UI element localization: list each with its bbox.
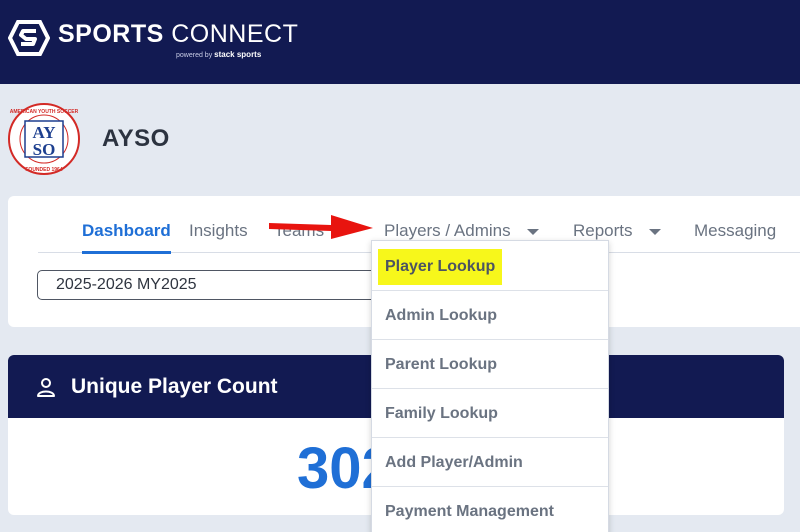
menu-item-label: Payment Management <box>385 503 554 520</box>
menu-item-payment-management[interactable]: Payment Management <box>372 487 608 532</box>
season-select-value: 2025-2026 MY2025 <box>56 276 197 293</box>
person-icon <box>37 377 55 397</box>
season-select[interactable]: 2025-2026 MY2025 <box>37 270 397 300</box>
brand-name-light: CONNECT <box>171 20 299 48</box>
tab-reports-label: Reports <box>573 221 633 240</box>
tab-insights[interactable]: Insights <box>189 213 248 253</box>
powered-brand-text: stack sports <box>214 50 262 59</box>
menu-item-family-lookup[interactable]: Family Lookup <box>372 389 608 438</box>
menu-item-label: Family Lookup <box>385 405 498 422</box>
tab-dashboard[interactable]: Dashboard <box>82 213 171 254</box>
organization-header: AY SO AMERICAN YOUTH SOCCER FOUNDED 1964… <box>8 103 170 175</box>
organization-name: AYSO <box>102 125 170 152</box>
brand-name-bold: SPORTS <box>58 20 164 48</box>
chevron-down-icon <box>526 228 539 235</box>
sports-connect-logo-icon <box>8 20 50 56</box>
players-admins-dropdown: Player Lookup Admin Lookup Parent Lookup… <box>371 240 609 532</box>
ayso-logo: AY SO AMERICAN YOUTH SOCCER FOUNDED 1964 <box>8 103 80 175</box>
menu-item-label: Player Lookup <box>378 249 503 285</box>
menu-item-player-lookup[interactable]: Player Lookup <box>372 242 608 291</box>
svg-text:SO: SO <box>33 140 56 159</box>
tab-dashboard-label: Dashboard <box>82 221 171 240</box>
powered-by-text: powered by <box>176 52 213 59</box>
annotation-arrow-icon <box>269 215 373 239</box>
menu-item-parent-lookup[interactable]: Parent Lookup <box>372 340 608 389</box>
chevron-down-icon <box>648 228 661 235</box>
tab-messaging[interactable]: Messaging <box>694 213 776 253</box>
tab-players-admins-label: Players / Admins <box>384 221 511 240</box>
menu-item-add-player-admin[interactable]: Add Player/Admin <box>372 438 608 487</box>
brand-logo[interactable]: SPORTS CONNECT powered by stack sports <box>8 20 298 59</box>
menu-item-label: Parent Lookup <box>385 356 498 373</box>
menu-item-admin-lookup[interactable]: Admin Lookup <box>372 291 608 340</box>
svg-text:AMERICAN YOUTH SOCCER: AMERICAN YOUTH SOCCER <box>10 109 79 115</box>
svg-text:FOUNDED 1964: FOUNDED 1964 <box>25 167 62 173</box>
card-title: Unique Player Count <box>71 374 278 398</box>
menu-item-label: Add Player/Admin <box>385 454 523 471</box>
menu-item-label: Admin Lookup <box>385 307 497 324</box>
tab-messaging-label: Messaging <box>694 221 777 240</box>
top-header: SPORTS CONNECT powered by stack sports <box>0 0 800 84</box>
tab-insights-label: Insights <box>189 221 248 240</box>
